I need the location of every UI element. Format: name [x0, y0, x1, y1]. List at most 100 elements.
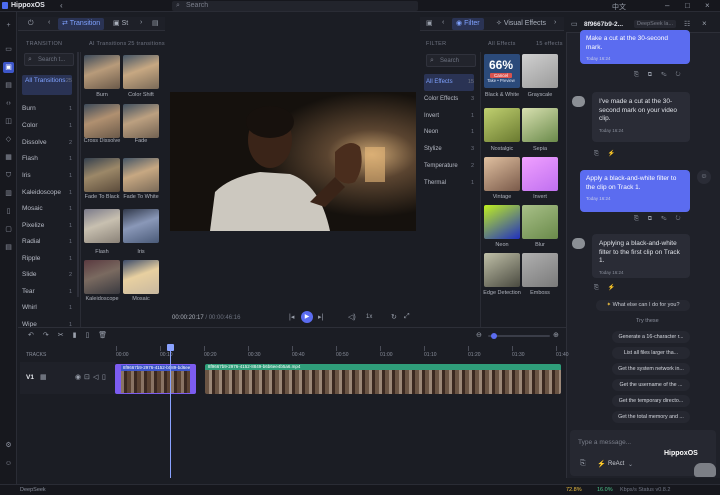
user-icon[interactable]: ☺ [3, 458, 14, 469]
storage-icon[interactable]: ▥ [3, 188, 14, 199]
zoom-in-icon[interactable]: ⊕ [553, 331, 559, 339]
speed-select[interactable]: 1x [366, 314, 372, 320]
category-item[interactable]: Radial 1 [22, 235, 72, 249]
tab-sticker[interactable]: ▣ St [113, 19, 128, 27]
skip-forward-icon[interactable]: ▸| [318, 313, 323, 321]
suggestion-chip[interactable]: Get the username of the ... [612, 379, 690, 391]
filter-category-item[interactable]: Stylize 3 [424, 141, 474, 158]
transition-thumb[interactable] [84, 209, 120, 243]
filter-category-item[interactable]: Neon 1 [424, 124, 474, 141]
filter-thumb[interactable] [522, 108, 558, 142]
global-search[interactable]: ⌕ Search [172, 1, 418, 11]
settings-icon[interactable]: ⚙ [3, 440, 14, 451]
filter-category-item[interactable]: Color Effects 3 [424, 91, 474, 108]
grid-icon[interactable]: ▦ [3, 152, 14, 163]
filter-thumb[interactable] [522, 205, 558, 239]
filter-thumb[interactable] [484, 108, 520, 142]
transition-thumb[interactable] [123, 260, 159, 294]
transition-search-input[interactable]: ⌕ Search t... [24, 53, 74, 66]
calendar-icon[interactable]: ▤ [152, 19, 159, 27]
clip-1[interactable]: 8f9667b9-2976-4152-b089-bd6ee... [116, 364, 194, 394]
category-item[interactable]: Flash 1 [22, 152, 72, 166]
power-icon[interactable]: ⏻ [28, 20, 34, 28]
category-item[interactable]: Color 1 [22, 119, 72, 133]
transition-thumb[interactable] [123, 209, 159, 243]
category-item[interactable]: Ripple 1 [22, 252, 72, 266]
chart-icon[interactable]: ▤ [3, 80, 14, 91]
filter-thumb[interactable] [484, 157, 520, 191]
transition-thumb[interactable] [84, 104, 120, 138]
playhead[interactable] [170, 346, 171, 478]
suggestion-chip[interactable]: Get the temporary directo... [612, 395, 690, 407]
box-icon[interactable]: ◇ [3, 134, 14, 145]
filter-thumb[interactable] [522, 157, 558, 191]
filter-category-item[interactable]: Thermal 1 [424, 175, 474, 192]
shield-icon[interactable]: ⛉ [3, 170, 14, 181]
trash-icon[interactable]: ▯ [102, 373, 106, 381]
category-item[interactable]: All Transitions 25 [22, 75, 72, 95]
play-button[interactable]: ▶ [301, 311, 313, 323]
transition-thumb[interactable] [123, 104, 159, 138]
category-item[interactable]: Pixelize 1 [22, 219, 72, 233]
fullscreen-icon[interactable]: ⤢ [404, 313, 410, 321]
zoom-slider[interactable] [488, 333, 550, 339]
chevron-right-icon[interactable]: › [140, 19, 142, 26]
suggestion-chip[interactable]: Generate a 16-character r... [612, 331, 690, 343]
filter-thumb[interactable] [484, 253, 520, 287]
filter-category-item[interactable]: Temperature 2 [424, 158, 474, 175]
transition-thumb[interactable] [84, 260, 120, 294]
clipboard-icon[interactable]: ▯ [3, 206, 14, 217]
suggestion-chip[interactable]: List all files larger tha... [612, 347, 690, 359]
filter-category-item[interactable]: All Effects 15 [424, 74, 474, 91]
chevron-right-icon[interactable]: › [554, 19, 556, 26]
code-icon[interactable]: ‹› [3, 98, 14, 109]
filter-category-item[interactable]: Invert 1 [424, 108, 474, 125]
panel-icon[interactable]: ▣ [426, 19, 433, 27]
maximize-icon[interactable]: □ [685, 1, 690, 10]
category-item[interactable]: Dissolve 2 [22, 136, 72, 150]
filter-thumb[interactable] [522, 54, 558, 88]
attach-icon[interactable]: ⎘ [580, 460, 586, 468]
plus-icon[interactable]: + [3, 20, 14, 31]
chevron-left-icon[interactable]: ‹ [48, 19, 50, 26]
transition-thumb[interactable] [84, 158, 120, 192]
category-item[interactable]: Burn 1 [22, 102, 72, 116]
skip-back-icon[interactable]: |◂ [289, 313, 294, 321]
tab-filter[interactable]: ◉ Filter [452, 18, 484, 30]
minimize-icon[interactable]: – [665, 1, 669, 10]
tab-transition[interactable]: ⇄ Transition [58, 18, 105, 30]
category-item[interactable]: Mosaic 1 [22, 202, 72, 216]
chevron-left-icon[interactable]: ‹ [442, 19, 444, 26]
suggestion-chip[interactable]: Get the total memory and ... [612, 411, 690, 423]
settings-icon[interactable]: ☷ [684, 20, 690, 28]
message-actions[interactable]: ⎘⚡ [594, 150, 624, 158]
mute-icon[interactable]: ◁ [93, 373, 98, 381]
language-toggle[interactable]: 中文 [612, 2, 626, 12]
zoom-out-icon[interactable]: ⊖ [476, 331, 482, 339]
clip-2[interactable]: 8f9667b9-2976-4152-8849-b6b6ee4b5a6.mp4 [205, 364, 561, 394]
category-item[interactable]: Whirl 1 [22, 301, 72, 315]
close-icon[interactable]: × [705, 1, 710, 10]
chat-icon[interactable]: ▭ [3, 44, 14, 55]
suggestion-chip[interactable]: Get the system network in... [612, 363, 690, 375]
message-actions[interactable]: ⎘⧉✎↻ [634, 72, 690, 79]
clip-1-handle-right[interactable] [190, 364, 196, 394]
filter-thumb[interactable] [484, 205, 520, 239]
close-icon[interactable]: × [702, 19, 707, 28]
category-item[interactable]: Kaleidoscope 1 [22, 186, 72, 200]
model-badge[interactable]: DeepSeek la... [634, 20, 677, 28]
filter-search-input[interactable]: ⌕ Search [426, 54, 476, 67]
transition-thumb[interactable] [123, 158, 159, 192]
scrollbar[interactable] [77, 52, 79, 297]
eye-icon[interactable]: ◉ [75, 373, 81, 381]
loop-icon[interactable]: ↻ [391, 313, 397, 321]
category-item[interactable]: Iris 1 [22, 169, 72, 183]
map-icon[interactable]: ◫ [3, 116, 14, 127]
chat-input[interactable]: Type a message... [578, 439, 631, 446]
category-item[interactable]: Tear 1 [22, 285, 72, 299]
filter-thumb[interactable] [522, 253, 558, 287]
document-icon[interactable]: ▢ [3, 224, 14, 235]
zoom-handle[interactable] [491, 333, 497, 339]
clip-1-handle-left[interactable] [115, 364, 121, 394]
transition-thumb[interactable] [84, 55, 120, 89]
